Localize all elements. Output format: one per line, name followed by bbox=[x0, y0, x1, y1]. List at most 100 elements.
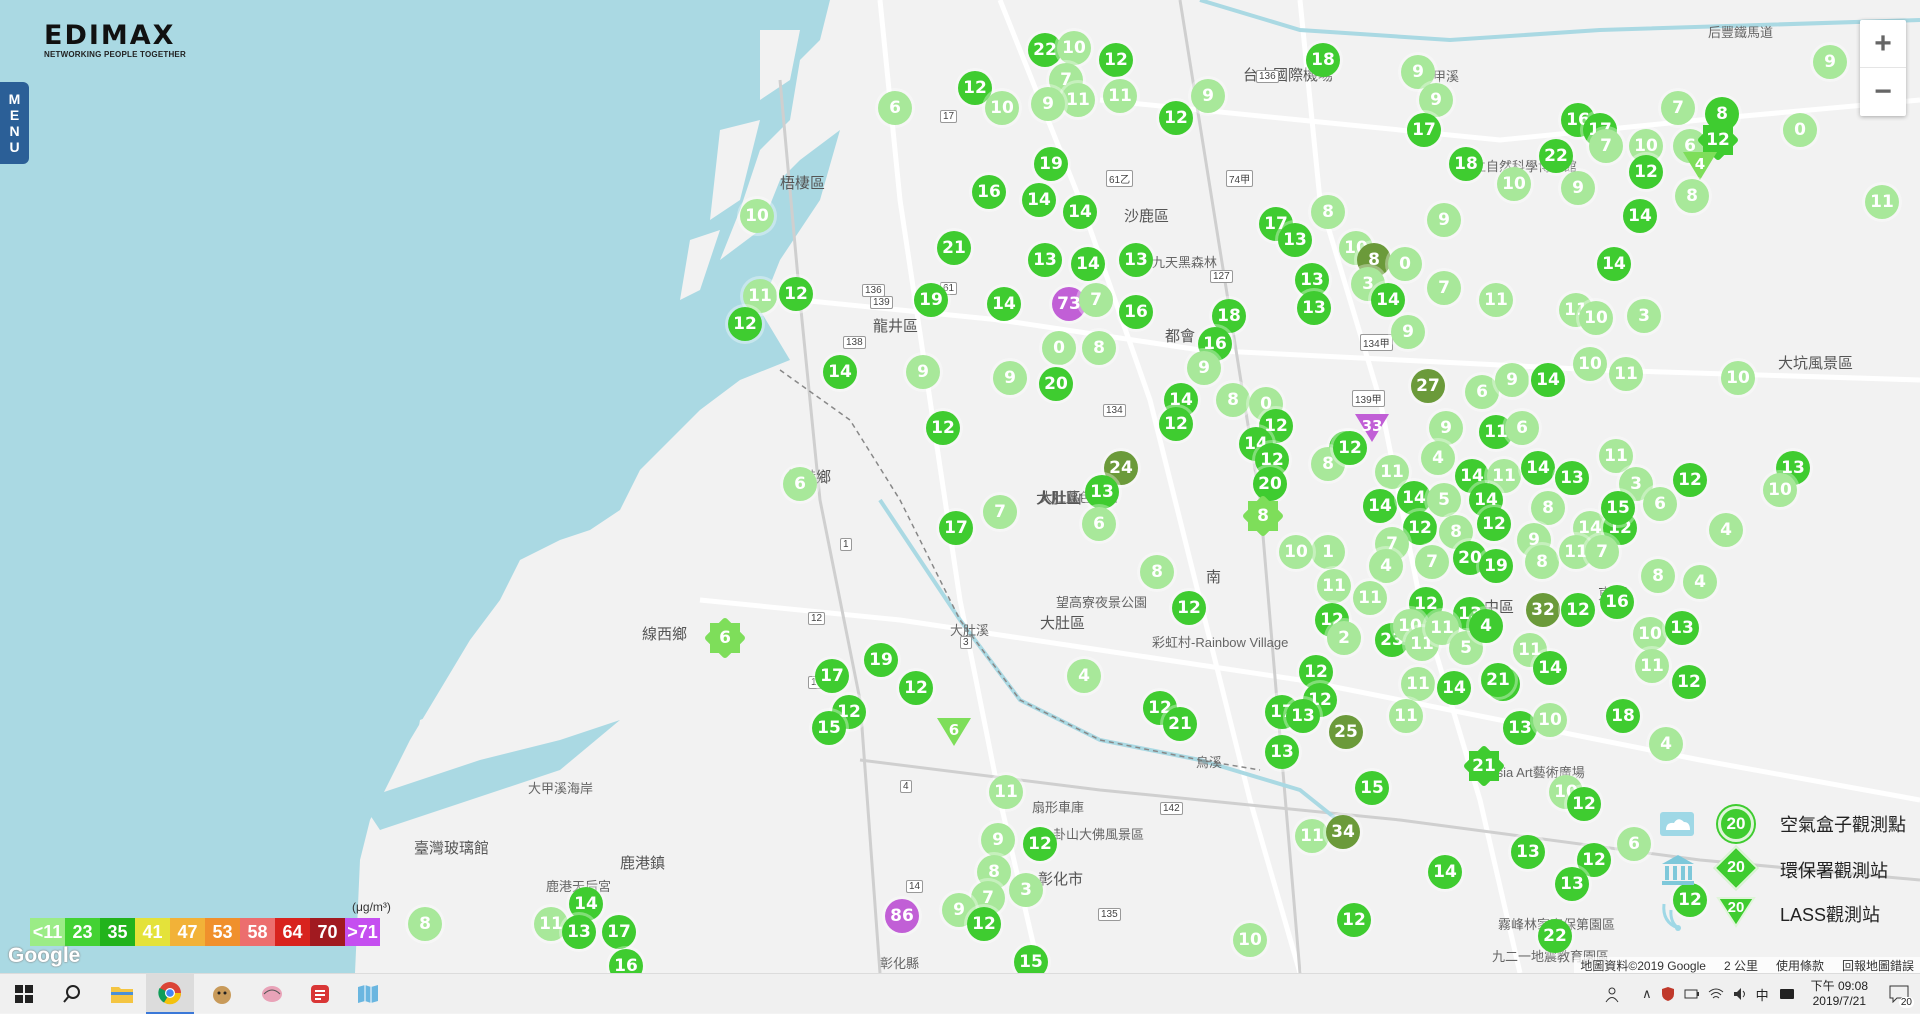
airbox-marker[interactable]: 6 bbox=[1082, 507, 1116, 541]
airbox-marker[interactable]: 12 bbox=[899, 671, 933, 705]
airbox-marker[interactable]: 19 bbox=[864, 643, 898, 677]
zoom-in-button[interactable]: + bbox=[1860, 20, 1906, 68]
airbox-marker[interactable]: 13 bbox=[1028, 243, 1062, 277]
airbox-marker[interactable]: 11 bbox=[1353, 581, 1387, 615]
airbox-marker[interactable]: 14 bbox=[1022, 183, 1056, 217]
airbox-marker[interactable]: 17 bbox=[939, 511, 973, 545]
airbox-marker[interactable]: 10 bbox=[1533, 703, 1567, 737]
airbox-marker[interactable]: 1 bbox=[1311, 535, 1345, 569]
airbox-marker[interactable]: 7 bbox=[1079, 283, 1113, 317]
start-button[interactable] bbox=[0, 974, 48, 1014]
airbox-marker[interactable]: 13 bbox=[562, 915, 596, 949]
airbox-marker[interactable]: 11 bbox=[1061, 83, 1095, 117]
taskbar-app-3[interactable] bbox=[198, 974, 246, 1014]
airbox-marker[interactable]: 15 bbox=[1014, 945, 1048, 973]
airbox-marker[interactable]: 13 bbox=[1286, 699, 1320, 733]
airbox-marker[interactable]: 15 bbox=[812, 711, 846, 745]
airbox-marker[interactable]: 9 bbox=[981, 823, 1015, 857]
google-logo[interactable]: Google bbox=[8, 944, 80, 968]
airbox-marker[interactable]: 8 bbox=[1675, 179, 1709, 213]
airbox-marker[interactable]: 14 bbox=[1533, 651, 1567, 685]
airbox-marker[interactable]: 10 bbox=[1633, 617, 1667, 651]
airbox-marker[interactable]: 14 bbox=[823, 355, 857, 389]
airbox-marker[interactable]: 7 bbox=[1661, 91, 1695, 125]
airbox-marker[interactable]: 11 bbox=[1103, 79, 1137, 113]
terms-link[interactable]: 使用條款 bbox=[1776, 957, 1824, 974]
airbox-marker[interactable]: 12 bbox=[1567, 787, 1601, 821]
airbox-marker[interactable]: 8 bbox=[1082, 331, 1116, 365]
airbox-marker[interactable]: 15 bbox=[1355, 771, 1389, 805]
lass-station-marker[interactable]: 6 bbox=[937, 718, 971, 752]
airbox-marker[interactable]: 12 bbox=[1477, 507, 1511, 541]
airbox-marker[interactable]: 11 bbox=[1479, 283, 1513, 317]
airbox-marker[interactable]: 12 bbox=[1099, 43, 1133, 77]
airbox-marker[interactable]: 2 bbox=[1327, 621, 1361, 655]
airbox-marker[interactable]: 8 bbox=[1216, 383, 1250, 417]
airbox-marker[interactable]: 7 bbox=[1415, 545, 1449, 579]
airbox-marker[interactable]: 13 bbox=[1555, 867, 1589, 901]
poi-label[interactable]: 望高寮夜景公園 bbox=[1056, 592, 1147, 611]
airbox-marker[interactable]: 12 bbox=[926, 411, 960, 445]
airbox-marker[interactable]: 12 bbox=[1159, 407, 1193, 441]
airbox-marker[interactable]: 32 bbox=[1526, 593, 1560, 627]
airbox-marker[interactable]: 14 bbox=[1521, 451, 1555, 485]
security-shield-icon[interactable] bbox=[1660, 986, 1676, 1002]
airbox-marker[interactable]: 4 bbox=[1709, 513, 1743, 547]
airbox-marker[interactable]: 12 bbox=[1172, 591, 1206, 625]
epa-station-marker[interactable]: 21 bbox=[1469, 751, 1499, 781]
taskbar-app-5[interactable] bbox=[296, 974, 344, 1014]
volume-icon[interactable] bbox=[1732, 986, 1748, 1002]
airbox-marker[interactable]: 14 bbox=[1623, 199, 1657, 233]
airbox-marker[interactable]: 14 bbox=[1428, 855, 1462, 889]
notification-center-button[interactable]: 20 bbox=[1878, 974, 1920, 1014]
airbox-marker[interactable]: 21 bbox=[1163, 707, 1197, 741]
poi-label[interactable]: 九天黑森林 bbox=[1152, 252, 1217, 271]
airbox-marker[interactable]: 9 bbox=[1419, 83, 1453, 117]
airbox-marker[interactable]: 10 bbox=[1279, 535, 1313, 569]
airbox-marker[interactable]: 6 bbox=[1617, 827, 1651, 861]
airbox-marker[interactable]: 27 bbox=[1411, 369, 1445, 403]
menu-button[interactable]: M E N U bbox=[0, 82, 29, 164]
airbox-marker[interactable]: 10 bbox=[1579, 301, 1613, 335]
airbox-marker[interactable]: 11 bbox=[1317, 569, 1351, 603]
airbox-marker[interactable]: 13 bbox=[1278, 223, 1312, 257]
airbox-marker[interactable]: 4 bbox=[1067, 659, 1101, 693]
airbox-marker[interactable]: 13 bbox=[1085, 475, 1119, 509]
airbox-marker[interactable]: 19 bbox=[1034, 147, 1068, 181]
airbox-marker[interactable]: 16 bbox=[1119, 295, 1153, 329]
airbox-marker[interactable]: 4 bbox=[1421, 441, 1455, 475]
airbox-marker[interactable]: 7 bbox=[983, 495, 1017, 529]
people-icon[interactable] bbox=[1604, 984, 1624, 1004]
ime-indicator[interactable]: 中 bbox=[1756, 985, 1769, 1004]
airbox-marker[interactable]: 11 bbox=[1389, 699, 1423, 733]
airbox-marker[interactable]: 18 bbox=[1606, 699, 1640, 733]
airbox-marker[interactable]: 11 bbox=[1635, 649, 1669, 683]
airbox-marker[interactable]: 8 bbox=[1641, 559, 1675, 593]
epa-station-marker[interactable]: 8 bbox=[1248, 501, 1278, 531]
airbox-marker[interactable]: 4 bbox=[1469, 609, 1503, 643]
airbox-marker[interactable]: 22 bbox=[1539, 139, 1573, 173]
epa-station-marker[interactable]: 6 bbox=[710, 623, 740, 653]
report-error-link[interactable]: 回報地圖錯誤 bbox=[1842, 957, 1914, 974]
airbox-marker[interactable]: 10 bbox=[1497, 167, 1531, 201]
airbox-marker[interactable]: 12 bbox=[1337, 903, 1371, 937]
airbox-marker[interactable]: 7 bbox=[1585, 535, 1619, 569]
airbox-marker[interactable]: 9 bbox=[1191, 79, 1225, 113]
airbox-marker[interactable]: 8 bbox=[1140, 555, 1174, 589]
airbox-marker[interactable]: 10 bbox=[1721, 361, 1755, 395]
airbox-marker[interactable]: 9 bbox=[1561, 171, 1595, 205]
airbox-marker[interactable]: 9 bbox=[906, 355, 940, 389]
poi-label[interactable]: 扇形車庫 bbox=[1032, 797, 1084, 816]
airbox-marker[interactable]: 12 bbox=[728, 307, 762, 341]
airbox-marker[interactable]: 7 bbox=[1427, 271, 1461, 305]
airbox-marker[interactable]: 13 bbox=[1265, 735, 1299, 769]
clock[interactable]: 下午 09:08 2019/7/21 bbox=[1811, 979, 1868, 1009]
airbox-marker[interactable]: 9 bbox=[1813, 45, 1847, 79]
poi-label[interactable]: 彰化縣 bbox=[880, 953, 919, 972]
airbox-marker[interactable]: 9 bbox=[1391, 315, 1425, 349]
taskbar-app-4[interactable] bbox=[248, 974, 296, 1014]
airbox-marker[interactable]: 6 bbox=[878, 91, 912, 125]
airbox-marker[interactable]: 10 bbox=[985, 91, 1019, 125]
airbox-marker[interactable]: 14 bbox=[1597, 247, 1631, 281]
airbox-marker[interactable]: 13 bbox=[1555, 461, 1589, 495]
